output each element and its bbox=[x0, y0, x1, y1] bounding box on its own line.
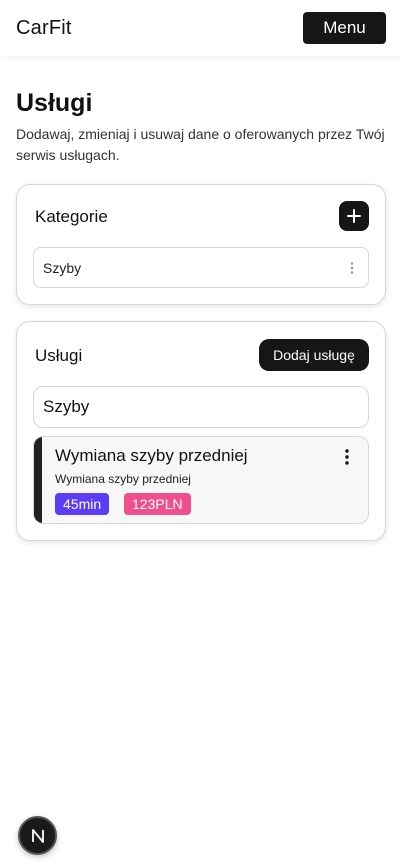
category-item[interactable]: Szyby bbox=[33, 247, 369, 288]
vertical-dots-icon[interactable] bbox=[346, 260, 358, 276]
category-label: Szyby bbox=[43, 259, 82, 276]
service-item[interactable]: Wymiana szyby przedniej Wymiana szyby pr… bbox=[33, 436, 369, 524]
price-badge: 123PLN bbox=[124, 493, 191, 515]
vertical-dots-icon[interactable] bbox=[340, 447, 354, 467]
service-description: Wymiana szyby przedniej bbox=[55, 472, 191, 486]
duration-badge: 45min bbox=[55, 493, 110, 515]
service-name: Wymiana szyby przedniej bbox=[55, 446, 248, 465]
nextjs-logo-icon[interactable] bbox=[18, 816, 57, 855]
categories-title: Kategorie bbox=[35, 207, 108, 226]
plus-icon bbox=[347, 209, 361, 223]
categories-card: Kategorie Szyby bbox=[16, 184, 386, 305]
add-category-button[interactable] bbox=[339, 201, 369, 231]
services-card: Usługi Dodaj usługę Szyby Wymiana szyby … bbox=[16, 321, 386, 541]
service-accent-bar bbox=[34, 437, 42, 523]
menu-button[interactable]: Menu bbox=[303, 12, 386, 44]
add-service-button[interactable]: Dodaj usługę bbox=[259, 339, 369, 371]
category-filter-select[interactable]: Szyby bbox=[33, 386, 369, 428]
top-bar: CarFit Menu bbox=[0, 0, 402, 56]
page-title: Usługi bbox=[16, 89, 93, 117]
services-title: Usługi bbox=[35, 346, 83, 365]
brand-logo[interactable]: CarFit bbox=[16, 17, 72, 40]
page-description: Dodawaj, zmieniaj i usuwaj dane o oferow… bbox=[16, 126, 385, 163]
